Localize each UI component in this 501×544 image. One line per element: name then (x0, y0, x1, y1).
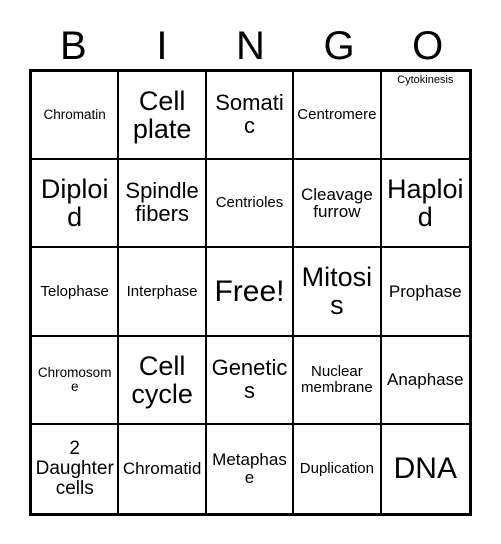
bingo-cell-label: Cell cycle (131, 350, 193, 409)
bingo-cell-label: Interphase (126, 282, 198, 300)
bingo-cell-label: Centrioles (215, 194, 284, 212)
bingo-cell-label: Duplication (299, 460, 374, 478)
bingo-cell-label: Chromatin (43, 107, 106, 123)
bingo-grid: Chromatin Cell plate Somatic Centromere Cyto… (29, 69, 472, 516)
bingo-cell-r1-c1[interactable]: Chromatin (32, 72, 120, 161)
bingo-cell-r2-c4[interactable]: Cleavage furrow (294, 160, 382, 249)
bingo-cell-r1-c4[interactable]: Centromere (294, 72, 382, 161)
bingo-cell-label: Cleavage furrow (300, 184, 373, 222)
bingo-cell-r5-c1[interactable]: 2 Daughter cells (32, 424, 120, 513)
bingo-cell-r5-c4[interactable]: Duplication (294, 424, 382, 513)
bingo-header-letter-b: B (59, 24, 87, 68)
bingo-header: BINGO (29, 22, 472, 67)
bingo-cell-label: Cytokinesis (397, 74, 454, 86)
bingo-cell-label: Somatic (215, 90, 284, 139)
bingo-cell-r5-c2[interactable]: Chromatid (119, 424, 207, 513)
bingo-cell-label: Prophase (388, 281, 462, 301)
bingo-cell-r4-c3[interactable]: Genetics (206, 336, 295, 425)
bingo-cell-label: Haploid (387, 174, 464, 233)
bingo-cell-label: Genetics (211, 354, 288, 403)
bingo-cell-label: Telophase (40, 282, 109, 300)
bingo-header-letter-n: N (236, 24, 265, 68)
bingo-cell-r4-c5[interactable]: Anaphase (381, 336, 469, 425)
bingo-cell-r3-c1[interactable]: Telophase (32, 248, 120, 337)
bingo-cell-r2-c3[interactable]: Centrioles (206, 160, 295, 249)
bingo-cell-label: Mitosis (301, 262, 373, 321)
bingo-cell-label: Anaphase (387, 369, 464, 389)
bingo-cell-label: 2 Daughter cells (35, 438, 114, 499)
bingo-cell-r3-c2[interactable]: Interphase (119, 248, 207, 337)
bingo-cell-r1-c2[interactable]: Cell plate (119, 72, 207, 161)
bingo-cell-r2-c2[interactable]: Spindle fibers (119, 160, 207, 249)
bingo-cell-label: Cell plate (132, 86, 192, 145)
bingo-cell-r1-c5[interactable]: Cytokinesis (381, 72, 469, 161)
bingo-cell-label: Chromosome (37, 364, 112, 394)
bingo-cell-r4-c4[interactable]: Nuclear membrane (294, 336, 382, 425)
bingo-card: B I N G O Chromatin Cell plate Somatic Centrome… (0, 0, 501, 544)
bingo-cell-r3-c4[interactable]: Mitosis (294, 248, 382, 337)
bingo-cell-r1-c3[interactable]: Somatic (206, 72, 295, 161)
bingo-header-letter-g: G (323, 24, 355, 68)
bingo-cell-label: Chromatid (122, 459, 202, 479)
bingo-cell-r3-c5[interactable]: Prophase (381, 248, 469, 337)
bingo-cell-label: Metaphase (212, 450, 287, 487)
bingo-header-letter-o: O (412, 24, 444, 68)
bingo-cell-r4-c1[interactable]: Chromosome (32, 336, 120, 425)
bingo-cell-r3-c3[interactable]: Free! (206, 248, 295, 337)
bingo-cell-r2-c1[interactable]: Diploid (32, 160, 120, 249)
bingo-cell-r5-c5[interactable]: DNA (381, 424, 469, 513)
bingo-cell-r2-c5[interactable]: Haploid (381, 160, 469, 249)
bingo-cell-r5-c3[interactable]: Metaphase (206, 424, 295, 513)
bingo-cell-label: DNA (393, 452, 457, 486)
bingo-cell-r4-c2[interactable]: Cell cycle (119, 336, 207, 425)
bingo-cell-label: Spindle fibers (125, 178, 199, 227)
bingo-cell-label: Free! (214, 274, 285, 308)
bingo-header-letter-i: I (156, 24, 168, 68)
bingo-cell-label: Nuclear membrane (301, 363, 373, 396)
bingo-cell-label: Diploid (40, 174, 109, 233)
bingo-cell-label: Centromere (297, 106, 377, 124)
